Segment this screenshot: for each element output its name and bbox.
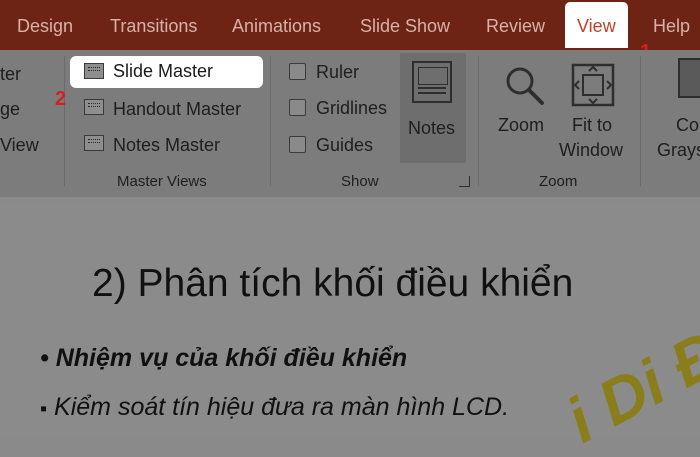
tab-slide-show[interactable]: Slide Show [360, 0, 450, 50]
group-divider [640, 56, 641, 186]
group-divider [64, 56, 65, 186]
notes-master-button[interactable]: Notes Master [113, 135, 220, 156]
master-views-group-label: Master Views [117, 173, 207, 190]
fit-to-label-line2: Window [559, 140, 624, 160]
normal-view-button[interactable]: ter [0, 64, 21, 85]
color-button-label[interactable]: Co [676, 115, 699, 136]
notes-label: Notes [408, 118, 456, 138]
zoom-button[interactable]: Zoom [494, 58, 554, 148]
gridlines-label: Gridlines [316, 98, 388, 118]
guides-checkbox[interactable] [289, 136, 306, 153]
tab-help[interactable]: Help [653, 0, 690, 50]
ruler-checkbox[interactable] [289, 63, 306, 80]
bullet-2-text: Kiểm soát tín hiệu đưa ra màn hình LCD. [54, 393, 510, 421]
magnifier-icon [506, 67, 544, 105]
handout-master-button[interactable]: Handout Master [113, 99, 241, 120]
group-divider [270, 56, 271, 186]
slide-master-label: Slide Master [113, 61, 214, 81]
fit-to-label-line1: Fit to [572, 115, 613, 135]
notes-master-icon [84, 135, 104, 151]
fit-to-window-button[interactable]: Fit to Window [556, 58, 631, 168]
ruler-label: Ruler [316, 62, 360, 82]
tab-design[interactable]: Design [17, 0, 73, 50]
zoom-group-label: Zoom [539, 173, 578, 190]
tab-animations[interactable]: Animations [232, 0, 321, 50]
handout-master-icon [84, 99, 104, 115]
zoom-label: Zoom [498, 115, 545, 135]
slide-title[interactable]: 2) Phân tích khối điều khiển [92, 262, 573, 306]
guides-label: Guides [316, 135, 374, 155]
bullet-1[interactable]: • Nhiệm vụ của khối điều khiển [40, 344, 407, 373]
reading-view-button[interactable]: View [0, 135, 39, 156]
gridlines-checkbox[interactable] [289, 99, 306, 116]
bullet-2[interactable]: ▪ Kiểm soát tín hiệu đưa ra màn hình LCD… [40, 393, 509, 422]
bullet-1-marker: • [40, 344, 49, 372]
group-divider [478, 56, 479, 186]
ribbon-tab-bar: Design Transitions Animations Slide Show… [0, 0, 700, 50]
notes-button[interactable]: Notes [400, 53, 466, 163]
tab-transitions[interactable]: Transitions [110, 0, 197, 50]
page-view-button[interactable]: ge [0, 99, 20, 120]
bullet-2-marker: ▪ [40, 398, 48, 420]
annotation-step-2: 2 [55, 88, 67, 110]
color-grayscale-icon [678, 58, 700, 98]
bullet-1-text: Nhiệm vụ của khối điều khiển [55, 344, 408, 372]
show-group-label: Show [341, 173, 379, 190]
fit-to-window-icon [571, 63, 615, 107]
grayscale-button-label[interactable]: Grays [657, 140, 700, 161]
notes-icon [412, 61, 452, 103]
show-dialog-launcher-icon[interactable] [459, 176, 470, 187]
tab-review[interactable]: Review [486, 0, 545, 50]
tab-view[interactable]: View [565, 2, 628, 48]
slide-master-icon [84, 63, 104, 79]
